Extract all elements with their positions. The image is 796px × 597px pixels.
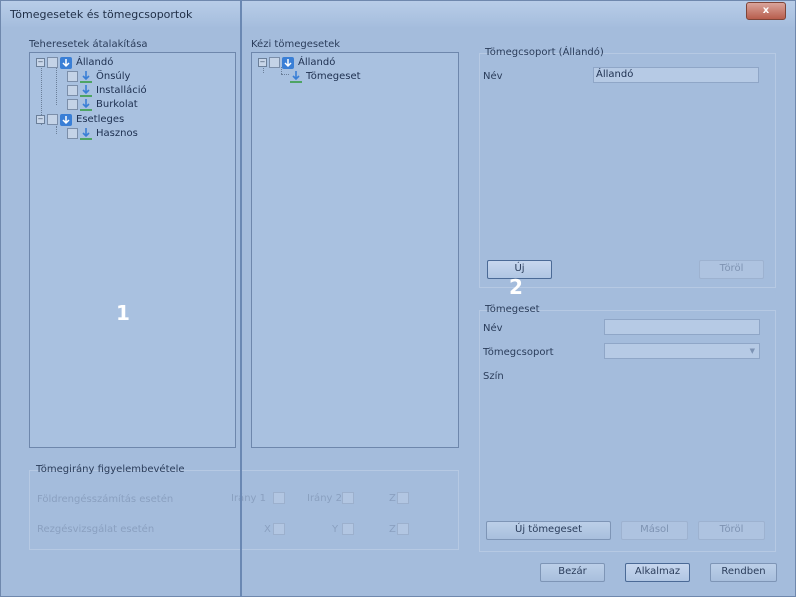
- case-color-label: Szín: [483, 371, 504, 382]
- mass-case-tree[interactable]: − Állandó Tömegeset: [251, 52, 459, 448]
- tree-connector: [281, 74, 289, 75]
- node-checkbox[interactable]: [269, 57, 280, 68]
- close-dialog-button[interactable]: Bezár: [540, 563, 605, 582]
- node-checkbox[interactable]: [47, 57, 58, 68]
- node-checkbox[interactable]: [67, 128, 78, 139]
- tree-node-label: Állandó: [298, 57, 336, 68]
- mass-group-title: Tömegcsoport (Állandó): [485, 47, 604, 58]
- collapse-icon[interactable]: −: [258, 58, 267, 67]
- ok-button[interactable]: Rendben: [710, 563, 777, 582]
- vibration-x-label: X: [264, 524, 271, 535]
- load-case-icon: [80, 84, 92, 97]
- tree-connector: [56, 126, 57, 134]
- mass-case-title: Tömegeset: [485, 304, 540, 315]
- collapse-icon[interactable]: −: [36, 58, 45, 67]
- mass-direction-frame: [29, 470, 459, 550]
- apply-button[interactable]: Alkalmaz: [625, 563, 690, 582]
- tree-node-allando-mass[interactable]: − Állandó: [258, 56, 335, 69]
- direction-z-label: Z: [389, 493, 396, 504]
- tree-node-label: Installáció: [96, 85, 147, 96]
- load-case-icon: [80, 70, 92, 83]
- marker-2: 2: [509, 275, 523, 299]
- tree-node-allando[interactable]: − Állandó: [36, 56, 113, 69]
- tree-node-burkolat[interactable]: Burkolat: [67, 98, 138, 111]
- node-checkbox[interactable]: [67, 99, 78, 110]
- direction-2-checkbox[interactable]: [342, 492, 354, 504]
- tree-node-installacio[interactable]: Installáció: [67, 84, 147, 97]
- tree-connector: [56, 67, 57, 105]
- mass-group-frame: [479, 53, 776, 288]
- left-panel-title: Teheresetek átalakítása: [29, 39, 148, 50]
- middle-panel-title: Kézi tömegesetek: [251, 39, 341, 50]
- new-mass-case-button[interactable]: Új tömegeset: [486, 521, 611, 540]
- tree-node-label: Esetleges: [76, 114, 125, 125]
- window-title: Tömegesetek és tömegcsoportok: [10, 8, 193, 21]
- case-name-field[interactable]: [604, 319, 760, 335]
- tree-node-label: Önsúly: [96, 71, 131, 82]
- load-group-icon: [60, 56, 72, 69]
- chevron-down-icon[interactable]: ▼: [750, 347, 755, 355]
- divider-line: [240, 0, 242, 597]
- delete-group-button[interactable]: Töröl: [699, 260, 764, 279]
- collapse-icon[interactable]: −: [36, 115, 45, 124]
- direction-1-label: Irány 1: [231, 493, 266, 504]
- title-bar[interactable]: Tömegesetek és tömegcsoportok x: [1, 1, 795, 27]
- marker-1: 1: [116, 301, 130, 325]
- direction-1-checkbox[interactable]: [273, 492, 285, 504]
- case-name-label: Név: [483, 323, 503, 334]
- mass-case-icon: [290, 70, 302, 83]
- group-name-field[interactable]: Állandó: [593, 67, 759, 83]
- dialog-content: Teheresetek átalakítása − Állandó Önsúly: [1, 27, 795, 596]
- tree-node-label: Hasznos: [96, 128, 138, 139]
- load-group-icon: [60, 113, 72, 126]
- mass-group-icon: [282, 56, 294, 69]
- tree-node-onsuly[interactable]: Önsúly: [67, 70, 130, 83]
- vibration-z-checkbox[interactable]: [397, 523, 409, 535]
- tree-node-label: Állandó: [76, 57, 114, 68]
- direction-2-label: Irány 2: [307, 493, 342, 504]
- node-checkbox[interactable]: [67, 85, 78, 96]
- tree-node-label: Burkolat: [96, 99, 138, 110]
- tree-node-label: Tömegeset: [306, 71, 361, 82]
- group-name-value: Állandó: [596, 69, 634, 80]
- vibration-y-checkbox[interactable]: [342, 523, 354, 535]
- vibration-z-label: Z: [389, 524, 396, 535]
- tree-node-tomegeset[interactable]: Tömegeset: [290, 70, 361, 83]
- delete-case-button[interactable]: Töröl: [698, 521, 765, 540]
- vibration-x-checkbox[interactable]: [273, 523, 285, 535]
- dialog-window: Tömegesetek és tömegcsoportok x Teherese…: [0, 0, 796, 597]
- load-case-icon: [80, 127, 92, 140]
- group-name-label: Név: [483, 71, 503, 82]
- copy-button[interactable]: Másol: [621, 521, 688, 540]
- tree-node-hasznos[interactable]: Hasznos: [67, 127, 138, 140]
- earthquake-row-label: Földrengésszámítás esetén: [37, 494, 174, 505]
- load-case-tree[interactable]: − Állandó Önsúly Installáció Burkolat − …: [29, 52, 236, 448]
- close-button[interactable]: x: [746, 2, 786, 20]
- tree-node-esetleges[interactable]: − Esetleges: [36, 113, 124, 126]
- vibration-y-label: Y: [332, 524, 339, 535]
- node-checkbox[interactable]: [67, 71, 78, 82]
- case-group-label: Tömegcsoport: [483, 347, 554, 358]
- node-checkbox[interactable]: [47, 114, 58, 125]
- load-case-icon: [80, 98, 92, 111]
- mass-direction-title: Tömegirány figyelembevétele: [36, 464, 185, 475]
- vibration-row-label: Rezgésvizsgálat esetén: [37, 524, 155, 535]
- direction-z-checkbox[interactable]: [397, 492, 409, 504]
- case-group-dropdown[interactable]: ▼: [604, 343, 760, 359]
